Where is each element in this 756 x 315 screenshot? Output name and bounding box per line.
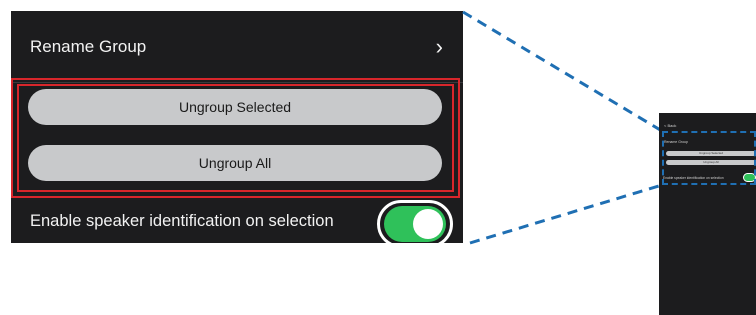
- phone-back-button: < Back: [664, 123, 677, 128]
- zoom-connector-lines: [462, 10, 663, 245]
- connector-line-bottom: [469, 183, 663, 245]
- phone-zoom-region: [662, 131, 756, 185]
- connector-line-top: [462, 10, 663, 133]
